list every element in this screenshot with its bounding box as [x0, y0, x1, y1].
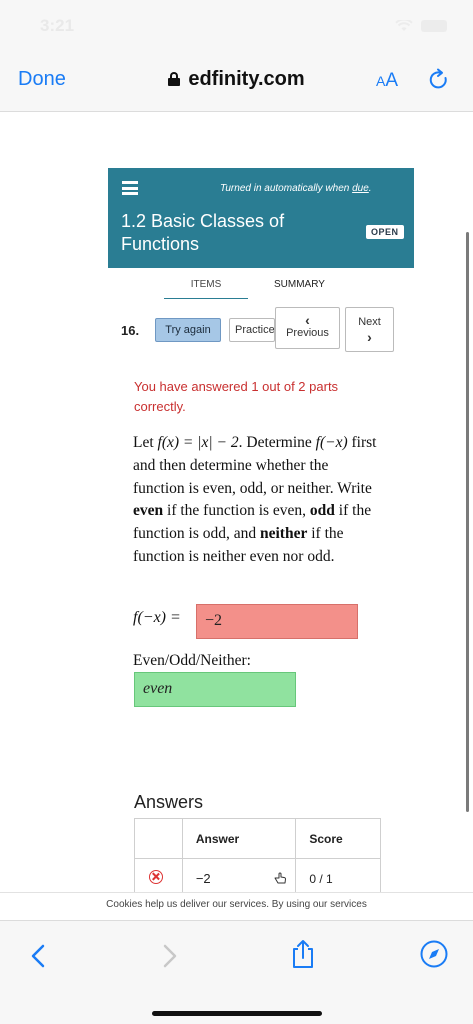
url-text: edfinity.com	[188, 68, 305, 90]
practice-button[interactable]: Practice	[229, 318, 275, 342]
scrollbar[interactable]	[466, 232, 469, 812]
problem-statement: Let f(x) = |x| − 2. Determine f(−x) firs…	[133, 434, 377, 565]
turned-in-note: Turned in automatically when due.	[220, 183, 372, 194]
back-arrow-icon[interactable]	[28, 943, 48, 969]
even-odd-neither-input[interactable]: even	[134, 672, 296, 707]
assignment-banner: Turned in automatically when due. 1.2 Ba…	[108, 168, 414, 268]
wifi-icon	[395, 20, 413, 31]
home-indicator	[152, 1011, 322, 1016]
assignment-title: 1.2 Basic Classes of Functions	[121, 211, 285, 254]
previous-label: Previous	[286, 327, 329, 339]
feedback-message: You have answered 1 out of 2 parts corre…	[134, 379, 339, 414]
table-header-answer: Answer	[181, 818, 297, 859]
even-odd-neither-label: Even/Odd/Neither:	[133, 652, 251, 669]
pointing-hand-icon[interactable]	[273, 871, 287, 885]
chevron-right-icon: ›	[367, 329, 372, 345]
lock-icon	[168, 72, 181, 86]
question-number: 16.	[121, 323, 140, 338]
status-bar: 3:21	[0, 0, 473, 52]
cookie-banner: Cookies help us deliver our services. By…	[0, 892, 473, 920]
next-label: Next	[358, 316, 381, 328]
incorrect-icon	[149, 870, 163, 884]
previous-button[interactable]: ‹ Previous	[275, 307, 340, 349]
f-neg-x-label: f(−x) =	[133, 609, 181, 626]
tab-items[interactable]: ITEMS	[164, 279, 248, 299]
answers-heading: Answers	[134, 792, 204, 812]
battery-icon	[421, 20, 447, 32]
status-time: 3:21	[40, 16, 75, 35]
table-header-row: Answer Score	[134, 818, 381, 859]
tab-summary[interactable]: SUMMARY	[274, 279, 325, 290]
compass-icon[interactable]	[420, 940, 448, 968]
f-neg-x-input[interactable]: −2	[196, 604, 358, 639]
function-definition: f(x) = |x| − 2	[157, 434, 239, 451]
web-content: Turned in automatically when due. 1.2 Ba…	[0, 112, 473, 920]
menu-icon[interactable]	[122, 181, 138, 195]
chevron-left-icon: ‹	[305, 312, 310, 328]
table-header-score: Score	[295, 818, 381, 859]
function-neg-x: f(−x)	[315, 434, 348, 451]
table-header-status	[134, 818, 183, 859]
status-badge: OPEN	[366, 225, 404, 239]
try-again-button[interactable]: Try again	[155, 318, 221, 342]
due-link[interactable]: due	[352, 183, 369, 194]
tab-bar: ITEMS SUMMARY	[164, 279, 394, 303]
share-icon[interactable]	[290, 939, 316, 969]
next-button[interactable]: Next ›	[345, 307, 394, 352]
forward-arrow-icon[interactable]	[160, 943, 180, 969]
status-icons	[395, 20, 447, 32]
browser-address-bar: Done edfinity.com AA	[0, 52, 473, 112]
reload-icon[interactable]	[428, 68, 450, 92]
url-field[interactable]: edfinity.com	[0, 68, 473, 91]
text-size-button[interactable]: AA	[376, 70, 398, 92]
answers-table: Answer Score −2 0 / 1	[134, 818, 381, 899]
browser-toolbar	[0, 920, 473, 1024]
